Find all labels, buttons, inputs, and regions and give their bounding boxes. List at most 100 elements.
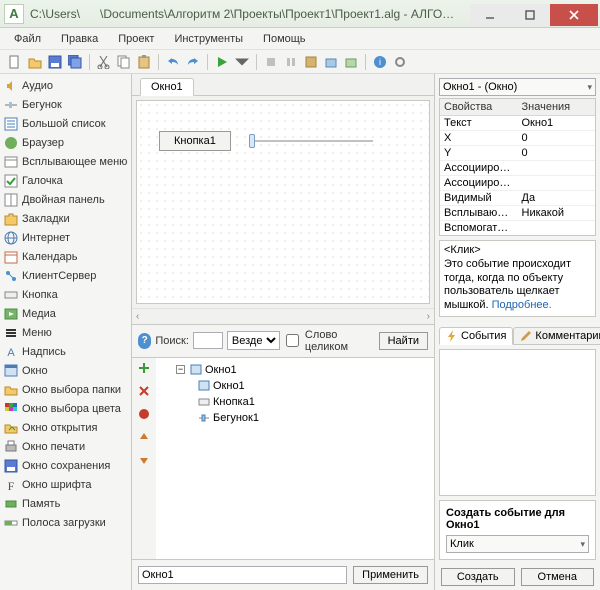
search-input[interactable]	[193, 332, 223, 349]
toolbox-item-audio[interactable]: Аудио	[0, 76, 131, 95]
toolbox-item-memory[interactable]: Память	[0, 494, 131, 513]
designer-slider-begunok1[interactable]	[249, 133, 373, 149]
prop-value[interactable]	[518, 161, 596, 175]
save-all-icon[interactable]	[66, 53, 84, 71]
prop-row[interactable]: ВидимыйДа	[440, 191, 595, 206]
toolbox-item-progress[interactable]: Полоса загрузки	[0, 513, 131, 532]
tab-events[interactable]: События	[439, 327, 513, 345]
toolbox-item-check[interactable]: Галочка	[0, 171, 131, 190]
tree-up-icon[interactable]	[138, 431, 150, 446]
prop-row[interactable]: Ассоциирован...	[440, 161, 595, 176]
events-list[interactable]	[439, 349, 596, 496]
prop-row[interactable]: Y0	[440, 146, 595, 161]
prop-value[interactable]: Никакой	[518, 206, 596, 220]
minimize-button[interactable]	[470, 4, 510, 26]
search-scope-select[interactable]: Везде	[227, 331, 280, 350]
tree-root[interactable]: − Окно1	[162, 362, 428, 378]
save-icon[interactable]	[46, 53, 64, 71]
toolbox-item-calendar[interactable]: Календарь	[0, 247, 131, 266]
whole-word-checkbox[interactable]	[286, 334, 299, 347]
toolbox-item-font-dlg[interactable]: FОкно шрифта	[0, 475, 131, 494]
prop-row[interactable]: Вспомогатель...	[440, 221, 595, 236]
undo-icon[interactable]	[164, 53, 182, 71]
menu-help[interactable]: Помощь	[257, 31, 312, 47]
toolbox-item-menu[interactable]: Меню	[0, 323, 131, 342]
prop-row[interactable]: Всплывающее ...Никакой	[440, 206, 595, 221]
tree-child-okno1[interactable]: Окно1	[162, 378, 428, 394]
help-icon[interactable]: ?	[138, 333, 151, 349]
toolbox-item-open-dlg[interactable]: Окно открытия	[0, 418, 131, 437]
toolbox-item-media[interactable]: Медиа	[0, 304, 131, 323]
designer-button-knopka1[interactable]: Кнопка1	[159, 131, 231, 151]
apply-name-button[interactable]: Применить	[353, 566, 428, 584]
toolbox-item-network[interactable]: КлиентСервер	[0, 266, 131, 285]
prop-row[interactable]: X0	[440, 131, 595, 146]
toolbox-item-label[interactable]: AНадпись	[0, 342, 131, 361]
toolbox-item-popup[interactable]: Всплывающее меню	[0, 152, 131, 171]
prop-row[interactable]: Ассоциироват...	[440, 176, 595, 191]
canvas-scrollbar[interactable]: ‹›	[132, 308, 434, 324]
toolbox-item-print-dlg[interactable]: Окно печати	[0, 437, 131, 456]
open-icon[interactable]	[26, 53, 44, 71]
designer-tab-okno1[interactable]: Окно1	[140, 78, 194, 96]
toolbox-item-tabs[interactable]: Закладки	[0, 209, 131, 228]
menu-project[interactable]: Проект	[112, 31, 160, 47]
object-selector[interactable]: Окно1 - (Окно) ▾	[439, 78, 596, 96]
toolbox-sidebar[interactable]: АудиоБегунокБольшой списокБраузерВсплыва…	[0, 74, 132, 590]
package-icon[interactable]	[342, 53, 360, 71]
toolbox-item-split[interactable]: Двойная панель	[0, 190, 131, 209]
pause-icon[interactable]	[282, 53, 300, 71]
cancel-event-button[interactable]: Отмена	[521, 568, 595, 586]
redo-icon[interactable]	[184, 53, 202, 71]
toolbox-item-color-dlg[interactable]: Окно выбора цвета	[0, 399, 131, 418]
toolbox-item-listbox[interactable]: Большой список	[0, 114, 131, 133]
property-grid[interactable]: Свойства Значения ТекстОкно1X0Y0Ассоциир…	[439, 98, 596, 236]
compile-icon[interactable]	[302, 53, 320, 71]
prop-row[interactable]: ТекстОкно1	[440, 116, 595, 131]
toolbox-item-slider[interactable]: Бегунок	[0, 95, 131, 114]
find-button[interactable]: Найти	[379, 332, 428, 350]
toolbox-item-window[interactable]: Окно	[0, 361, 131, 380]
copy-icon[interactable]	[115, 53, 133, 71]
paste-icon[interactable]	[135, 53, 153, 71]
stop-icon[interactable]	[262, 53, 280, 71]
hint-link[interactable]: Подробнее.	[492, 299, 552, 311]
tab-comments[interactable]: Комментарии	[513, 327, 600, 345]
prop-value[interactable]	[518, 221, 596, 235]
prop-value[interactable]: Окно1	[518, 116, 596, 130]
prop-value[interactable]: Да	[518, 191, 596, 205]
new-icon[interactable]	[6, 53, 24, 71]
menu-file[interactable]: Файл	[8, 31, 47, 47]
prop-value[interactable]	[518, 176, 596, 190]
menu-tools[interactable]: Инструменты	[168, 31, 249, 47]
toolbox-item-save-dlg[interactable]: Окно сохранения	[0, 456, 131, 475]
tree-delete-icon[interactable]	[138, 385, 150, 400]
tree-child-begunok1[interactable]: Бегунок1	[162, 410, 428, 426]
close-button[interactable]	[550, 4, 598, 26]
tree-down-icon[interactable]	[138, 454, 150, 469]
settings-icon[interactable]	[391, 53, 409, 71]
prop-name: Y	[440, 146, 518, 160]
toolbox-item-folder-dlg[interactable]: Окно выбора папки	[0, 380, 131, 399]
object-name-input[interactable]	[138, 566, 347, 584]
object-tree[interactable]: − Окно1 Окно1 Кнопка1 Бегунок1	[156, 358, 434, 560]
run-icon[interactable]	[213, 53, 231, 71]
collapse-icon[interactable]: −	[176, 365, 185, 374]
create-event-button[interactable]: Создать	[441, 568, 515, 586]
toolbox-item-browser[interactable]: Браузер	[0, 133, 131, 152]
tree-record-icon[interactable]	[138, 408, 150, 423]
toolbox-item-web[interactable]: Интернет	[0, 228, 131, 247]
tree-add-icon[interactable]	[138, 362, 150, 377]
prop-value[interactable]: 0	[518, 146, 596, 160]
cut-icon[interactable]	[95, 53, 113, 71]
build-icon[interactable]	[322, 53, 340, 71]
designer-canvas[interactable]: Кнопка1	[136, 100, 430, 304]
maximize-button[interactable]	[510, 4, 550, 26]
info-icon[interactable]: i	[371, 53, 389, 71]
tree-child-knopka1[interactable]: Кнопка1	[162, 394, 428, 410]
menu-edit[interactable]: Правка	[55, 31, 104, 47]
run-dropdown-icon[interactable]	[233, 53, 251, 71]
event-kind-select[interactable]: Клик ▾	[446, 535, 589, 553]
toolbox-item-button[interactable]: Кнопка	[0, 285, 131, 304]
prop-value[interactable]: 0	[518, 131, 596, 145]
